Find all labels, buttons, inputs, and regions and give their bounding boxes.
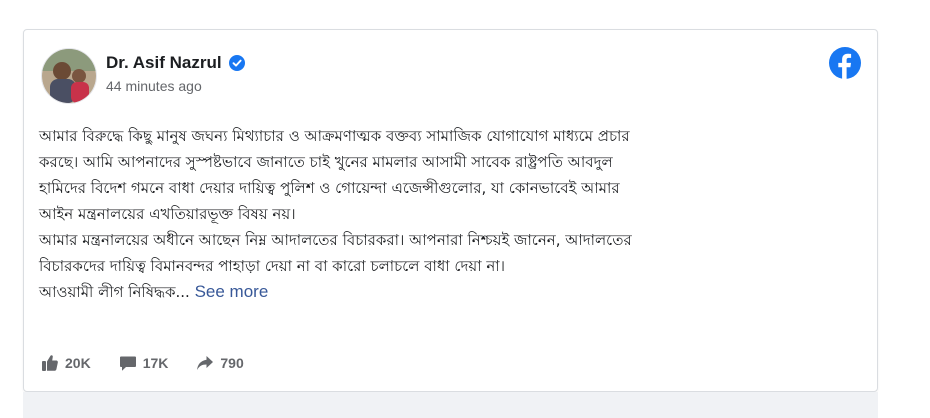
post-body-truncated: আওয়ামী লীগ নিষিদ্ধক... — [39, 283, 190, 301]
comment-count: 17K — [142, 355, 169, 371]
post-card: Dr. Asif Nazrul 44 minutes ago আমার বিরু… — [23, 29, 878, 392]
post-body-line: করছে। আমি আপনাদের সুস্পষ্টভাবে জানাতে চা… — [39, 153, 613, 171]
post-timestamp[interactable]: 44 minutes ago — [106, 78, 202, 94]
feed-background — [23, 392, 878, 418]
comment-icon — [119, 356, 136, 371]
comment-button[interactable]: 17K — [119, 354, 169, 372]
verified-badge-icon — [228, 55, 245, 71]
author-name-row: Dr. Asif Nazrul — [106, 53, 245, 73]
author-avatar[interactable] — [41, 48, 97, 104]
share-arrow-icon — [197, 356, 214, 370]
post-body-line-last: আওয়ামী লীগ নিষিদ্ধক... See more — [39, 279, 871, 305]
post-body-line: আইন মন্ত্রনালয়ের এখতিয়ারভূক্ত বিষয় নয… — [39, 205, 296, 223]
facebook-logo-icon[interactable] — [829, 47, 861, 79]
share-count: 790 — [220, 355, 244, 371]
like-count: 20K — [65, 355, 91, 371]
post-body-line: আমার মন্ত্রনালয়ের অধীনে আছেন নিম্ন আদাল… — [39, 231, 632, 249]
post-body-line: বিচারকদের দায়িত্ব বিমানবন্দর পাহাড়া দে… — [39, 257, 506, 275]
see-more-link[interactable]: See more — [195, 282, 269, 301]
thumbs-up-icon — [42, 355, 58, 371]
post-actions: 20K 17K 790 — [41, 354, 272, 372]
post-body-line: আমার বিরুদ্ধে কিছু মানুষ জঘন্য মিথ্যাচার… — [39, 127, 630, 145]
author-name[interactable]: Dr. Asif Nazrul — [106, 53, 222, 73]
post-body: আমার বিরুদ্ধে কিছু মানুষ জঘন্য মিথ্যাচার… — [39, 123, 871, 305]
share-button[interactable]: 790 — [196, 354, 244, 372]
post-body-line: হামিদের বিদেশ গমনে বাধা দেয়ার দায়িত্ব … — [39, 179, 620, 197]
like-button[interactable]: 20K — [41, 354, 91, 372]
